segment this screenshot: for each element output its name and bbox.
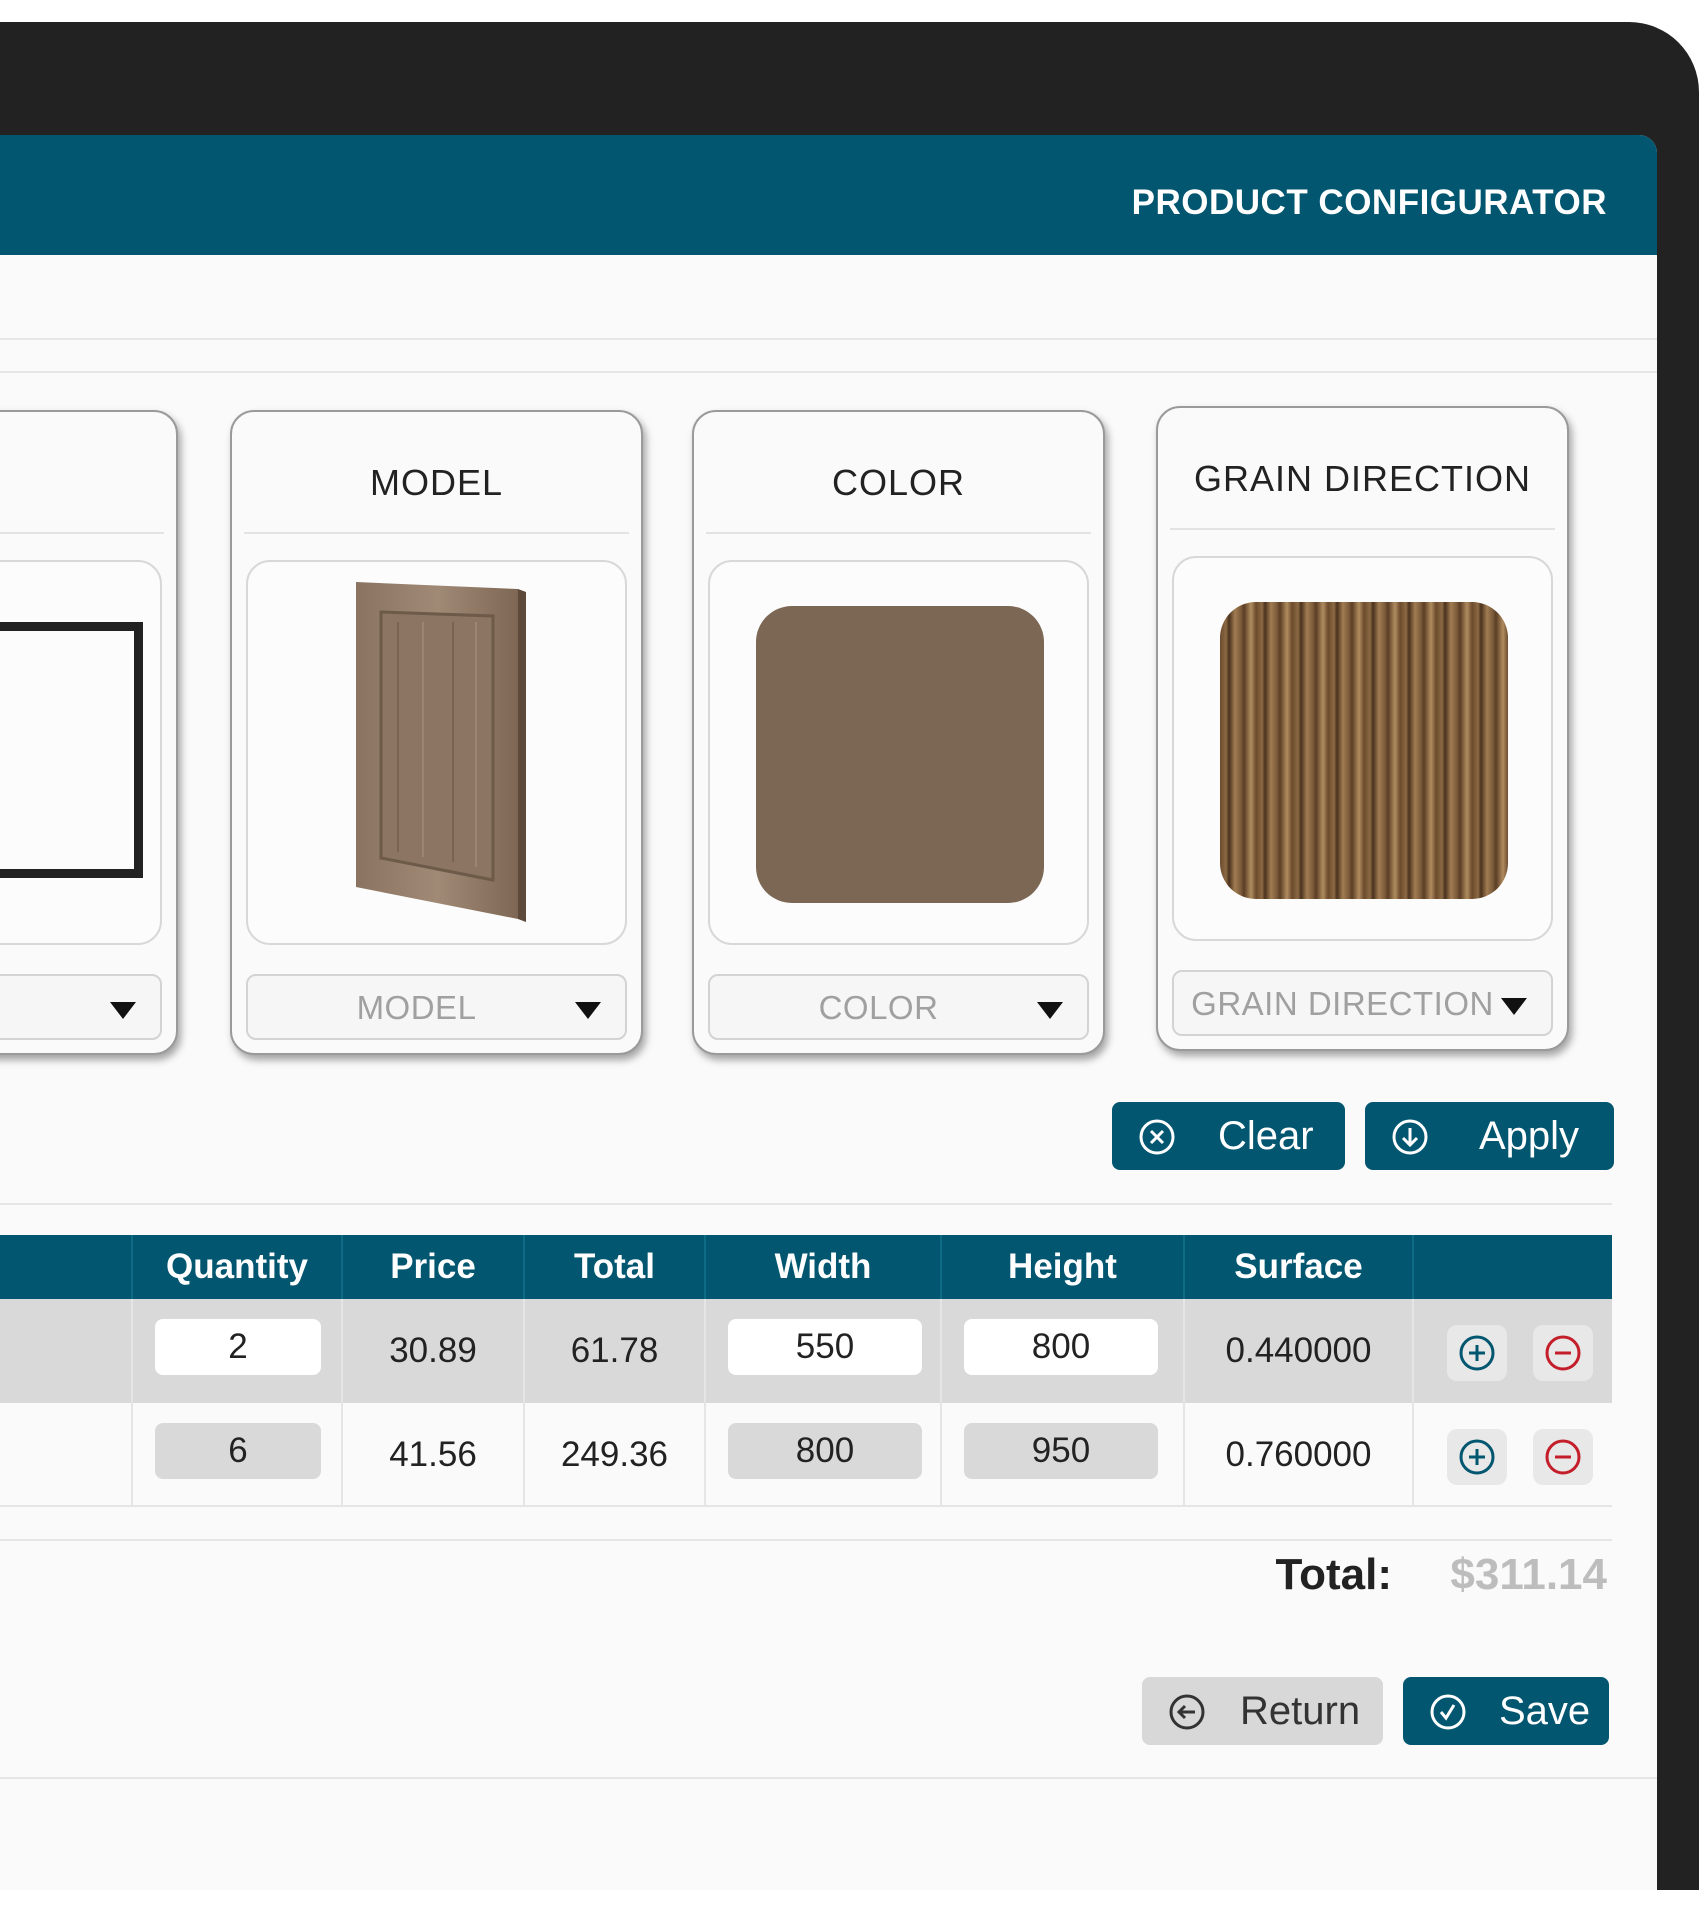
plus-circle-icon [1459, 1439, 1495, 1475]
column-header-hidden [0, 1235, 133, 1299]
total-cell: 61.78 [525, 1299, 706, 1403]
table-header: Quantity Price Total Width Height Surfac… [0, 1235, 1612, 1299]
price-cell: 41.56 [343, 1403, 525, 1507]
divider [0, 338, 1657, 340]
divider [0, 1539, 1612, 1541]
price-cell: 30.89 [343, 1299, 525, 1403]
chevron-down-icon [1037, 1002, 1063, 1019]
apply-button[interactable]: Apply [1365, 1102, 1614, 1170]
add-row-button[interactable] [1447, 1429, 1507, 1485]
card-divider [244, 532, 629, 534]
surface-cell: 0.760000 [1185, 1403, 1414, 1507]
frame-outline-image [0, 622, 143, 878]
model-dropdown[interactable]: MODEL [246, 974, 627, 1040]
color-swatch [756, 606, 1044, 903]
card-title: COLOR [831, 462, 966, 503]
surface-cell: 0.440000 [1185, 1299, 1414, 1403]
column-header-height: Height [942, 1235, 1185, 1299]
column-header-price: Price [343, 1235, 525, 1299]
height-input[interactable]: 950 [964, 1423, 1158, 1479]
add-row-button[interactable] [1447, 1325, 1507, 1381]
card-title: MODEL [369, 462, 504, 503]
quantity-input[interactable]: 6 [155, 1423, 321, 1479]
download-circle-icon [1392, 1119, 1428, 1155]
column-header-width: Width [706, 1235, 942, 1299]
clear-button[interactable]: Clear [1112, 1102, 1345, 1170]
cabinet-door-image [356, 582, 526, 922]
option-card-model: MODEL MODEL [230, 410, 643, 1055]
color-preview[interactable] [708, 560, 1089, 945]
minus-circle-icon [1545, 1439, 1581, 1475]
column-header-total: Total [525, 1235, 706, 1299]
wood-grain-image [1220, 602, 1508, 899]
total-label: Total: [1275, 1550, 1393, 1599]
chevron-down-icon [1501, 998, 1527, 1015]
remove-row-button[interactable] [1533, 1429, 1593, 1485]
remove-row-button[interactable] [1533, 1325, 1593, 1381]
option-card-color: COLOR COLOR [692, 410, 1105, 1055]
chevron-down-icon [575, 1002, 601, 1019]
card-divider [0, 532, 164, 534]
app-screen: PRODUCT CONFIGURATOR MODEL MODEL COLOR C… [0, 135, 1657, 1890]
divider [0, 1203, 1612, 1205]
option-card-grain-direction: GRAIN DIRECTION GRAIN DIRECTION [1156, 406, 1569, 1051]
color-dropdown[interactable]: COLOR [708, 974, 1089, 1040]
height-input[interactable]: 800 [964, 1319, 1158, 1375]
table-row: 6 41.56 249.36 800 950 0.760000 [0, 1403, 1612, 1507]
save-button[interactable]: Save [1403, 1677, 1609, 1745]
total-cell: 249.36 [525, 1403, 706, 1507]
page-title: PRODUCT CONFIGURATOR [1131, 183, 1607, 222]
column-header-surface: Surface [1185, 1235, 1414, 1299]
card-title: GRAIN DIRECTION [1193, 458, 1531, 499]
table-row: 2 30.89 61.78 550 800 0.440000 [0, 1299, 1612, 1403]
header-bar: PRODUCT CONFIGURATOR [0, 135, 1657, 255]
grain-direction-dropdown[interactable]: GRAIN DIRECTION [1172, 970, 1553, 1036]
model-preview[interactable] [246, 560, 627, 945]
card-divider [1170, 528, 1555, 530]
close-circle-icon [1139, 1119, 1175, 1155]
grain-preview[interactable] [1172, 556, 1553, 941]
column-header-actions [1414, 1235, 1612, 1299]
plus-circle-icon [1459, 1335, 1495, 1371]
column-header-quantity: Quantity [133, 1235, 343, 1299]
divider [0, 1777, 1657, 1779]
style-dropdown[interactable] [0, 974, 162, 1040]
arrow-left-circle-icon [1169, 1694, 1205, 1730]
width-input[interactable]: 800 [728, 1423, 922, 1479]
chevron-down-icon [110, 1002, 136, 1019]
minus-circle-icon [1545, 1335, 1581, 1371]
divider [0, 371, 1657, 373]
quantity-input[interactable]: 2 [155, 1319, 321, 1375]
style-preview[interactable] [0, 560, 162, 945]
width-input[interactable]: 550 [728, 1319, 922, 1375]
option-card-style [0, 410, 178, 1055]
return-button[interactable]: Return [1142, 1677, 1383, 1745]
card-divider [706, 532, 1091, 534]
total-value: $311.14 [1450, 1550, 1607, 1599]
check-circle-icon [1430, 1694, 1466, 1730]
device-frame: PRODUCT CONFIGURATOR MODEL MODEL COLOR C… [0, 22, 1699, 1890]
